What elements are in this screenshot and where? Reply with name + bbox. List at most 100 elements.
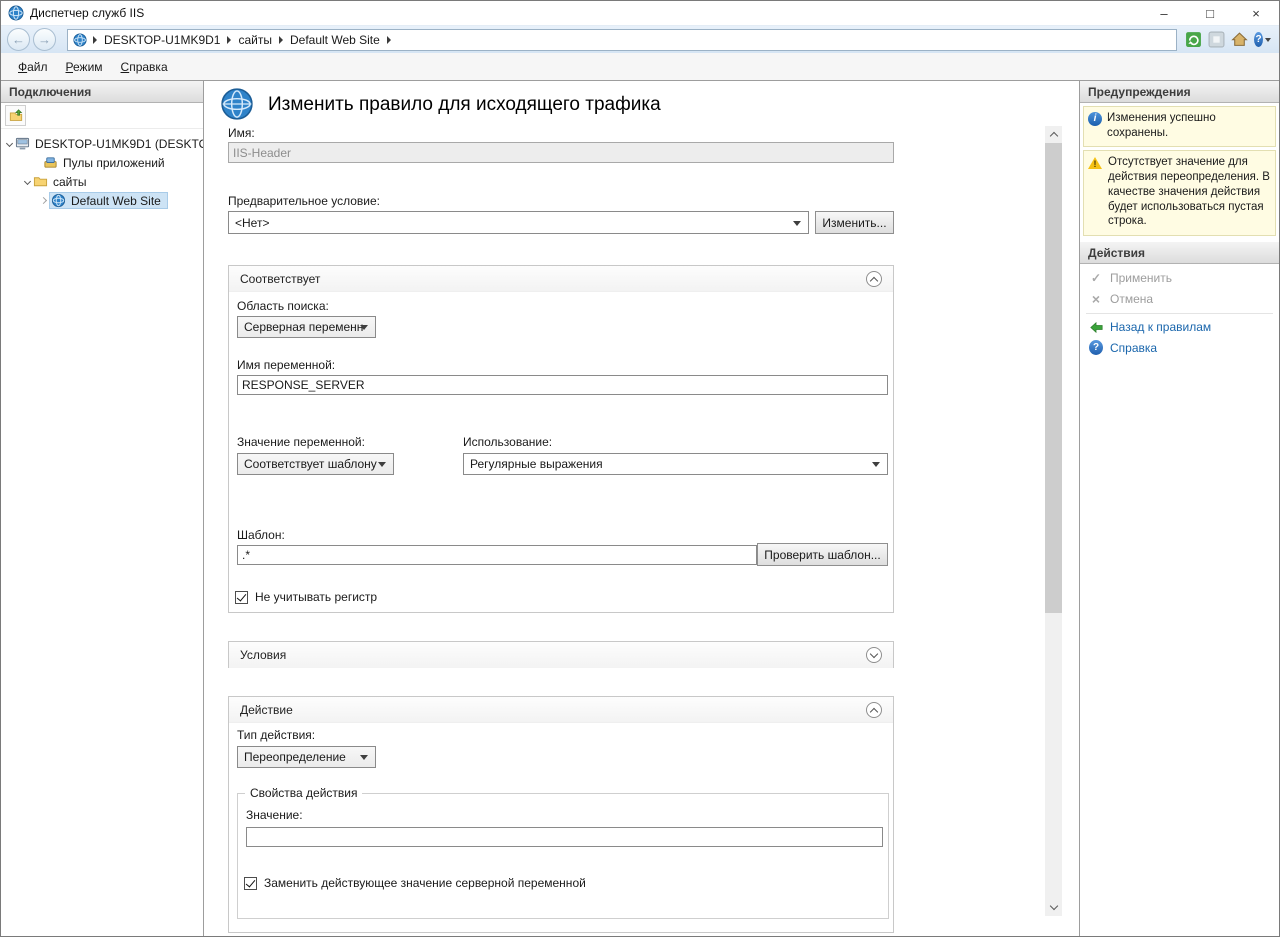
globe-icon [51, 193, 66, 208]
scope-select[interactable]: Серверная переменн [237, 316, 376, 338]
edit-precondition-button[interactable]: Изменить... [815, 211, 894, 234]
using-select[interactable]: Регулярные выражения [463, 453, 888, 475]
tree-item-sites[interactable]: сайты [1, 172, 203, 191]
close-button[interactable]: × [1233, 1, 1279, 25]
home-icon[interactable] [1231, 31, 1248, 48]
scroll-up-button[interactable] [1045, 126, 1062, 143]
help-icon[interactable]: ? [1254, 31, 1271, 48]
minimize-button[interactable]: – [1141, 1, 1187, 25]
replace-value-checkbox[interactable] [244, 877, 257, 890]
restart-icon[interactable] [1185, 31, 1202, 48]
question-glyph: ? [1093, 342, 1099, 353]
tree-item-default-web-site[interactable]: Default Web Site [1, 191, 203, 210]
breadcrumb-separator-icon [387, 36, 391, 44]
apply-label: Применить [1110, 271, 1172, 285]
scroll-down-button[interactable] [1045, 899, 1062, 916]
collapse-section-button[interactable] [866, 271, 882, 287]
vertical-scrollbar[interactable] [1045, 126, 1062, 916]
using-value: Регулярные выражения [470, 457, 603, 471]
address-bar: ← → DESKTOP-U1MK9D1 сайты Default Web Si… [1, 25, 1279, 53]
variable-name-label: Имя переменной: [237, 358, 335, 372]
forward-button[interactable]: → [33, 28, 56, 51]
replace-value-label: Заменить действующее значение серверной … [264, 876, 586, 890]
variable-name-input[interactable] [237, 375, 888, 395]
breadcrumb-default-web-site[interactable]: Default Web Site [285, 31, 385, 49]
breadcrumb-server[interactable]: DESKTOP-U1MK9D1 [99, 31, 225, 49]
alerts-header: Предупреждения [1080, 81, 1279, 103]
edit-button-label: Изменить... [822, 216, 886, 230]
apply-icon: ✓ [1089, 271, 1103, 285]
help-link[interactable]: ? Справка [1080, 337, 1279, 358]
back-arrow-icon: ← [12, 32, 25, 47]
actions-header: Действия [1080, 242, 1279, 264]
pattern-input[interactable] [237, 545, 757, 565]
collapsed-chevron-icon[interactable] [40, 197, 47, 204]
tree-item-label: DESKTOP-U1MK9D1 (DESKTOP- [33, 137, 203, 151]
breadcrumb-separator-icon [279, 36, 283, 44]
menu-view[interactable]: Режим [57, 55, 112, 79]
menu-bar: Файл Режим Справка [1, 53, 1279, 80]
variable-value-value: Соответствует шаблону [244, 457, 377, 471]
scope-value: Серверная переменн [244, 320, 363, 334]
breadcrumb-sites[interactable]: сайты [233, 31, 277, 49]
action-section: Действие Тип действия: Переопределение С… [228, 696, 894, 933]
cancel-label: Отмена [1110, 292, 1153, 306]
tree-item-server[interactable]: DESKTOP-U1MK9D1 (DESKTOP- [1, 134, 203, 153]
server-icon [15, 136, 30, 151]
value-label: Значение: [246, 808, 303, 822]
save-connection-icon[interactable] [5, 105, 26, 126]
test-pattern-label: Проверить шаблон... [764, 548, 880, 562]
test-pattern-button[interactable]: Проверить шаблон... [757, 543, 888, 566]
tree-item-app-pools[interactable]: Пулы приложений [1, 153, 203, 172]
menu-help[interactable]: Справка [112, 55, 177, 79]
connections-toolbar [1, 103, 203, 129]
tree-item-label: Пулы приложений [61, 156, 167, 170]
value-input[interactable] [246, 827, 883, 847]
name-input [228, 142, 894, 163]
feature-view: Изменить правило для исходящего трафика … [204, 81, 1079, 936]
expanded-chevron-icon[interactable] [24, 178, 31, 185]
minimize-icon: – [1160, 6, 1167, 21]
chevron-up-icon [1049, 132, 1057, 140]
action-section-title: Действие [240, 703, 293, 717]
conditions-section-header[interactable]: Условия [229, 642, 893, 668]
action-section-header[interactable]: Действие [229, 697, 893, 723]
breadcrumb-separator-icon [227, 36, 231, 44]
warning-glyph: ! [1088, 159, 1102, 171]
selected-tree-item[interactable]: Default Web Site [49, 192, 168, 209]
breadcrumb-separator-icon [93, 36, 97, 44]
precondition-select[interactable]: <Нет> [228, 211, 809, 234]
cancel-button: × Отмена [1080, 288, 1279, 310]
chevron-down-icon [1265, 38, 1271, 42]
connections-tree: DESKTOP-U1MK9D1 (DESKTOP- Пулы приложени… [1, 129, 203, 210]
maximize-button[interactable]: □ [1187, 1, 1233, 25]
stop-icon[interactable] [1208, 31, 1225, 48]
variable-value-select[interactable]: Соответствует шаблону [237, 453, 394, 475]
info-alert-text: Изменения успешно сохранены. [1107, 111, 1272, 140]
action-type-select[interactable]: Переопределение [237, 746, 376, 768]
ignore-case-row: Не учитывать регистр [235, 590, 377, 604]
ignore-case-checkbox[interactable] [235, 591, 248, 604]
scrollbar-thumb[interactable] [1045, 143, 1062, 613]
match-section-header[interactable]: Соответствует [229, 266, 893, 292]
alerts-title: Предупреждения [1088, 85, 1191, 99]
chevron-up-icon [870, 276, 878, 284]
info-icon: i [1088, 112, 1102, 126]
expanded-chevron-icon[interactable] [6, 140, 13, 147]
action-properties-group: Свойства действия Значение: Заменить дей… [237, 793, 889, 919]
conditions-section: Условия [228, 641, 894, 668]
expand-section-button[interactable] [866, 647, 882, 663]
back-button[interactable]: ← [7, 28, 30, 51]
name-label: Имя: [228, 126, 255, 140]
match-section-title: Соответствует [240, 272, 320, 286]
collapse-section-button[interactable] [866, 702, 882, 718]
menu-file[interactable]: Файл [9, 55, 57, 79]
apply-button: ✓ Применить [1080, 268, 1279, 288]
match-section: Соответствует Область поиска: Серверная … [228, 265, 894, 613]
back-to-rules-link[interactable]: Назад к правилам [1080, 317, 1279, 337]
maximize-icon: □ [1206, 6, 1214, 21]
window-title: Диспетчер служб IIS [30, 6, 144, 20]
iis-manager-window: Диспетчер служб IIS – □ × ← → DESKTOP-U1… [0, 0, 1280, 937]
connections-title: Подключения [9, 85, 91, 99]
actions-title: Действия [1088, 246, 1145, 260]
